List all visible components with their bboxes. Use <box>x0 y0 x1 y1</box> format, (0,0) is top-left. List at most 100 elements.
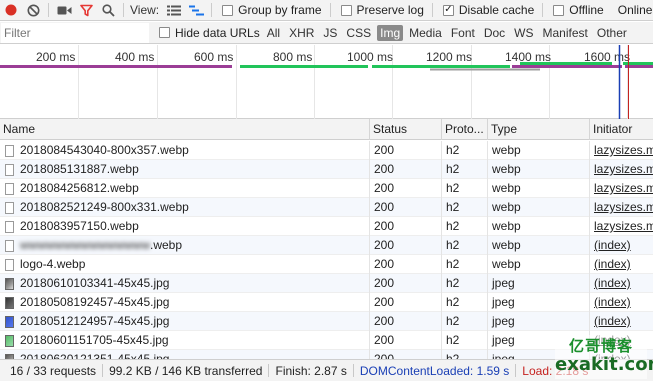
image-thumbnail-icon <box>5 334 14 347</box>
type-filter-doc[interactable]: Doc <box>481 25 508 41</box>
group-by-frame-checkbox[interactable]: Group by frame <box>222 3 322 17</box>
type-filter-manifest[interactable]: Manifest <box>540 25 591 41</box>
name-cell[interactable]: 20180512124957-45x45.jpg <box>0 312 370 331</box>
timeline-tick-label: 400 ms <box>115 50 154 64</box>
record-icon[interactable] <box>0 0 22 21</box>
search-icon[interactable] <box>97 0 119 21</box>
type-filter-all[interactable]: All <box>264 25 283 41</box>
type-filter-other[interactable]: Other <box>594 25 630 41</box>
type-filter-js[interactable]: JS <box>320 25 340 41</box>
initiator-link[interactable]: lazysizes.mi <box>590 141 653 160</box>
protocol-cell: h2 <box>442 312 488 331</box>
column-header-initiator[interactable]: Initiator <box>590 119 653 140</box>
filter-input[interactable] <box>1 22 149 43</box>
status-cell: 200 <box>370 274 442 293</box>
watermark-line-2: exakit.com <box>555 354 653 375</box>
preserve-log-checkbox[interactable]: Preserve log <box>340 3 424 17</box>
type-filter-xhr[interactable]: XHR <box>286 25 317 41</box>
name-cell[interactable]: 2018084256812.webp <box>0 179 370 198</box>
status-cell: 200 <box>370 160 442 179</box>
transferred-size: 99.2 KB / 146 KB transferred <box>109 363 263 378</box>
type-filter-font[interactable]: Font <box>448 25 478 41</box>
table-row[interactable]: logo-4.webp 200 h2 webp (index) <box>0 255 653 274</box>
offline-checkbox[interactable]: Offline <box>553 3 604 17</box>
column-header-name[interactable]: Name <box>0 119 370 140</box>
throttling-select[interactable]: Online <box>618 3 653 17</box>
initiator-link[interactable]: (index) <box>590 274 653 293</box>
initiator-link[interactable]: lazysizes.mi <box>590 160 653 179</box>
table-row[interactable]: 2018083957150.webp 200 h2 webp lazysizes.mi <box>0 217 653 236</box>
file-icon <box>5 182 14 195</box>
redacted-filename: wwwwwwwwwwwwwww <box>20 238 150 252</box>
initiator-link[interactable]: lazysizes.mi <box>590 179 653 198</box>
video-camera-icon[interactable] <box>53 0 75 21</box>
name-cell[interactable]: 2018082521249-800x331.webp <box>0 198 370 217</box>
type-cell: webp <box>488 141 590 160</box>
checkbox-box[interactable] <box>340 4 352 16</box>
name-cell[interactable]: 20180601151705-45x45.jpg <box>0 331 370 350</box>
resource-type-filters: All XHR JS CSS Img Media Font Doc WS Manifest Othe… <box>264 24 633 41</box>
file-icon <box>5 163 14 176</box>
type-filter-media[interactable]: Media <box>406 25 445 41</box>
name-cell[interactable]: 2018083957150.webp <box>0 217 370 236</box>
request-name: 2018084543040-800x357.webp <box>20 143 189 157</box>
request-name: .webp <box>150 238 183 252</box>
checkmark-icon[interactable]: ✓ <box>442 4 454 16</box>
offline-label: Offline <box>569 3 604 17</box>
name-cell[interactable]: wwwwwwwwwwwwwww .webp <box>0 236 370 255</box>
protocol-cell: h2 <box>442 350 488 359</box>
image-thumbnail-icon <box>5 315 14 328</box>
table-row[interactable]: 2018084256812.webp 200 h2 webp lazysizes.mi <box>0 179 653 198</box>
name-cell[interactable]: 2018084543040-800x357.webp <box>0 141 370 160</box>
table-row[interactable]: wwwwwwwwwwwwwww .webp 200 h2 webp (index) <box>0 236 653 255</box>
timeline-tick-label: 200 ms <box>36 50 75 64</box>
column-header-type[interactable]: Type <box>488 119 590 140</box>
toolbar-divider <box>211 3 213 17</box>
name-cell[interactable]: 20180508192457-45x45.jpg <box>0 293 370 312</box>
type-cell: webp <box>488 236 590 255</box>
hide-data-urls-checkbox[interactable]: Hide data URLs <box>159 26 260 40</box>
column-header-protocol[interactable]: Proto... <box>442 119 488 140</box>
type-filter-img[interactable]: Img <box>377 24 404 41</box>
large-rows-icon[interactable] <box>163 0 185 21</box>
disable-cache-checkbox[interactable]: ✓ Disable cache <box>442 3 534 17</box>
checkbox-box[interactable] <box>553 4 565 16</box>
waterfall-overview-icon[interactable] <box>185 0 207 21</box>
table-row[interactable]: 20180508192457-45x45.jpg 200 h2 jpeg (index) <box>0 293 653 312</box>
initiator-link[interactable]: (index) <box>590 255 653 274</box>
type-filter-css[interactable]: CSS <box>343 25 374 41</box>
type-cell: webp <box>488 198 590 217</box>
protocol-cell: h2 <box>442 255 488 274</box>
table-row[interactable]: 2018085131887.webp 200 h2 webp lazysizes.mi <box>0 160 653 179</box>
protocol-cell: h2 <box>442 198 488 217</box>
table-row[interactable]: 2018084543040-800x357.webp 200 h2 webp lazys… <box>0 141 653 160</box>
status-cell: 200 <box>370 331 442 350</box>
initiator-link[interactable]: (index) <box>590 293 653 312</box>
table-row[interactable]: 20180610103341-45x45.jpg 200 h2 jpeg (index) <box>0 274 653 293</box>
timeline-overview[interactable]: 200 ms 400 ms 600 ms 800 ms 1000 ms 1200 ms 14… <box>0 45 653 119</box>
initiator-link[interactable]: lazysizes.mi <box>590 198 653 217</box>
type-filter-ws[interactable]: WS <box>511 25 536 41</box>
initiator-link[interactable]: (index) <box>590 236 653 255</box>
name-cell[interactable]: 2018085131887.webp <box>0 160 370 179</box>
clear-icon[interactable] <box>22 0 44 21</box>
table-row[interactable]: 20180512124957-45x45.jpg 200 h2 jpeg (index) <box>0 312 653 331</box>
name-cell[interactable]: logo-4.webp <box>0 255 370 274</box>
network-toolbar: View: Group by frame Preserve log ✓ Disa… <box>0 0 653 21</box>
initiator-link[interactable]: (index) <box>590 312 653 331</box>
column-header-status[interactable]: Status <box>370 119 442 140</box>
checkbox-box[interactable] <box>159 27 170 38</box>
type-cell: jpeg <box>488 293 590 312</box>
table-row[interactable]: 2018082521249-800x331.webp 200 h2 webp lazys… <box>0 198 653 217</box>
status-cell: 200 <box>370 236 442 255</box>
initiator-link[interactable]: lazysizes.mi <box>590 217 653 236</box>
filter-funnel-icon[interactable] <box>75 0 97 21</box>
timeline-tick-label: 1400 ms <box>505 50 551 64</box>
file-icon <box>5 258 14 271</box>
hide-data-urls-label: Hide data URLs <box>175 25 260 40</box>
checkbox-box[interactable] <box>222 4 234 16</box>
request-count: 16 / 33 requests <box>10 363 97 378</box>
name-cell[interactable]: 20180610103341-45x45.jpg <box>0 274 370 293</box>
type-cell: webp <box>488 179 590 198</box>
name-cell[interactable]: 20180620121351-45x45.jpg <box>0 350 370 359</box>
